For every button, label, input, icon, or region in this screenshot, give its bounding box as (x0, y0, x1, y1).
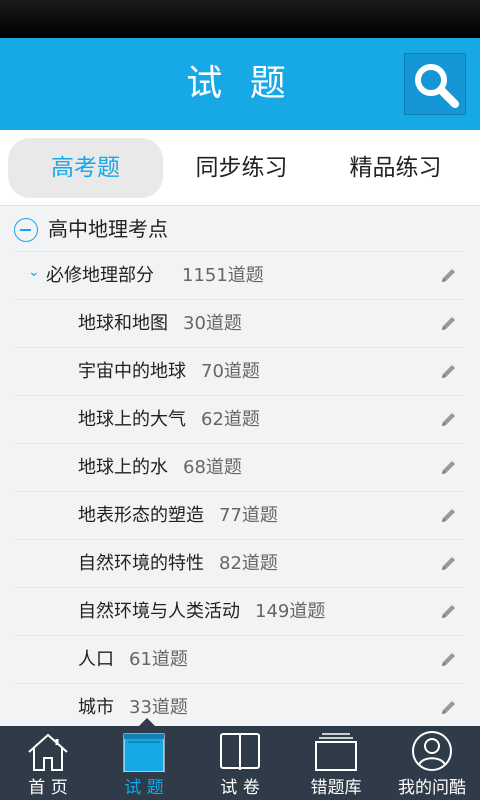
edit-icon[interactable] (440, 554, 458, 572)
nav-mistakes[interactable]: 错题库 (288, 726, 384, 800)
edit-icon[interactable] (440, 698, 458, 716)
folder-icon (315, 733, 357, 771)
topic-tree: 高中地理考点 ⌄ 必修地理部分 1151道题 地球和地图 30道题 宇宙中的地球… (0, 206, 480, 726)
edit-icon[interactable] (440, 362, 458, 380)
tab-sync-practice[interactable]: 同步练习 (164, 138, 319, 198)
edit-icon[interactable] (440, 314, 458, 332)
nav-papers-label: 试 卷 (220, 778, 260, 798)
item-label: 地球和地图 (78, 313, 168, 334)
item-label: 宇宙中的地球 (78, 361, 186, 382)
list-item[interactable]: 城市 33道题 (14, 684, 464, 726)
item-label: 人口 (78, 649, 114, 670)
item-count: 68道题 (183, 457, 242, 478)
user-icon (412, 731, 452, 771)
list-item[interactable]: 地球上的大气 62道题 (14, 396, 464, 444)
item-count: 30道题 (183, 313, 242, 334)
nav-profile-label: 我的问酷 (398, 778, 466, 798)
search-icon (415, 64, 459, 108)
edit-icon[interactable] (440, 458, 458, 476)
edit-icon[interactable] (440, 650, 458, 668)
item-label: 地球上的大气 (78, 409, 186, 430)
active-tab-pointer (139, 718, 155, 726)
list-item[interactable]: 地球和地图 30道题 (14, 300, 464, 348)
tab-premium-practice[interactable]: 精品练习 (318, 138, 473, 198)
nav-questions[interactable]: 试 题 (96, 726, 192, 800)
nav-papers[interactable]: 试 卷 (192, 726, 288, 800)
home-icon (28, 733, 68, 771)
section-count: 1151道题 (182, 265, 264, 286)
item-count: 149道题 (255, 601, 326, 622)
list-item[interactable]: 自然环境与人类活动 149道题 (14, 588, 464, 636)
nav-mistakes-label: 错题库 (310, 778, 362, 798)
bottom-nav: 首 页 试 题 试 卷 错题库 我的问酷 (0, 726, 480, 800)
list-item[interactable]: 地球上的水 68道题 (14, 444, 464, 492)
item-count: 70道题 (201, 361, 260, 382)
item-label: 城市 (78, 697, 114, 718)
item-count: 33道题 (129, 697, 188, 718)
nav-questions-label: 试 题 (124, 778, 164, 798)
app-header: 试 题 (0, 38, 480, 130)
book-icon (220, 733, 260, 770)
tree-root[interactable]: 高中地理考点 (14, 206, 464, 252)
nav-home-label: 首 页 (28, 778, 68, 798)
item-count: 77道题 (219, 505, 278, 526)
tree-section[interactable]: ⌄ 必修地理部分 1151道题 (14, 252, 464, 300)
collapse-icon[interactable] (14, 218, 38, 242)
section-label: 必修地理部分 (46, 265, 154, 286)
list-item[interactable]: 自然环境的特性 82道题 (14, 540, 464, 588)
item-count: 82道题 (219, 553, 278, 574)
edit-icon[interactable] (440, 266, 458, 284)
edit-icon[interactable] (440, 410, 458, 428)
list-item[interactable]: 人口 61道题 (14, 636, 464, 684)
item-label: 地球上的水 (78, 457, 168, 478)
edit-icon[interactable] (440, 506, 458, 524)
list-item[interactable]: 宇宙中的地球 70道题 (14, 348, 464, 396)
item-label: 自然环境与人类活动 (78, 601, 240, 622)
status-bar (0, 0, 480, 38)
nav-profile[interactable]: 我的问酷 (384, 726, 480, 800)
list-item[interactable]: 地表形态的塑造 77道题 (14, 492, 464, 540)
nav-home[interactable]: 首 页 (0, 726, 96, 800)
item-count: 61道题 (129, 649, 188, 670)
chevron-down-icon: ⌄ (28, 264, 40, 280)
item-label: 自然环境的特性 (78, 553, 204, 574)
questions-icon (123, 733, 165, 772)
tree-root-label: 高中地理考点 (48, 217, 168, 241)
search-button[interactable] (404, 53, 466, 115)
tab-gaokao[interactable]: 高考题 (8, 138, 163, 198)
item-label: 地表形态的塑造 (78, 505, 204, 526)
edit-icon[interactable] (440, 602, 458, 620)
item-count: 62道题 (201, 409, 260, 430)
category-tabs: 高考题 同步练习 精品练习 (0, 130, 480, 206)
